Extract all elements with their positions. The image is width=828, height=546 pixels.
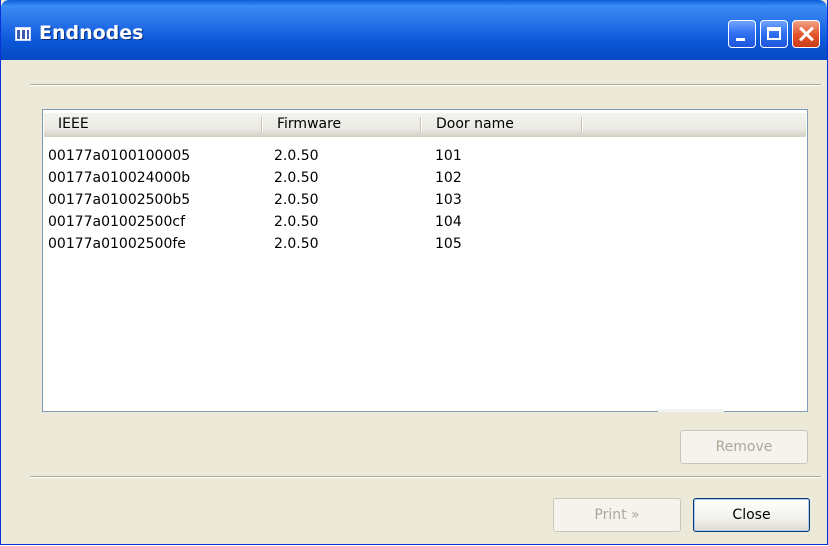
table-row[interactable]: 00177a01002500fe 2.0.50 105 [44, 233, 806, 255]
close-icon [793, 21, 819, 47]
cell-firmware: 2.0.50 [274, 148, 319, 164]
cell-door-name: 105 [435, 236, 462, 252]
close-window-button[interactable] [792, 20, 820, 48]
table-row[interactable]: 00177a01002500cf 2.0.50 104 [44, 211, 806, 233]
cell-firmware: 2.0.50 [274, 170, 319, 186]
column-header-door-name[interactable]: Door name [422, 113, 582, 135]
table-row[interactable]: 00177a010024000b 2.0.50 102 [44, 167, 806, 189]
title-bar[interactable]: Endnodes [1, 0, 827, 60]
endnodes-list[interactable]: IEEE Firmware Door name 00177a0100100005… [42, 109, 808, 412]
table-icon [15, 27, 31, 41]
remove-button[interactable]: Remove [680, 430, 808, 464]
endnodes-window: Endnodes IEEE Firmware Door name 00177a0… [0, 0, 828, 545]
cell-door-name: 103 [435, 192, 462, 208]
maximize-button[interactable] [760, 20, 788, 48]
cell-door-name: 101 [435, 148, 462, 164]
cell-firmware: 2.0.50 [274, 236, 319, 252]
table-row[interactable]: 00177a0100100005 2.0.50 101 [44, 145, 806, 167]
scroll-remnant [658, 409, 724, 412]
minimize-button[interactable] [728, 20, 756, 48]
column-divider[interactable] [581, 117, 583, 132]
close-button[interactable]: Close [693, 498, 810, 532]
cell-door-name: 104 [435, 214, 462, 230]
cell-ieee: 00177a01002500fe [48, 236, 186, 252]
top-divider [30, 84, 821, 86]
cell-firmware: 2.0.50 [274, 192, 319, 208]
column-header-ieee[interactable]: IEEE [44, 113, 262, 135]
print-button[interactable]: Print » [553, 498, 681, 532]
window-title: Endnodes [39, 22, 144, 44]
list-body: 00177a0100100005 2.0.50 101 00177a010024… [44, 145, 806, 255]
cell-ieee: 00177a0100100005 [48, 148, 191, 164]
table-row[interactable]: 00177a01002500b5 2.0.50 103 [44, 189, 806, 211]
minimize-icon [736, 38, 745, 41]
column-header-firmware[interactable]: Firmware [263, 113, 421, 135]
cell-ieee: 00177a01002500b5 [48, 192, 191, 208]
cell-ieee: 00177a01002500cf [48, 214, 185, 230]
cell-door-name: 102 [435, 170, 462, 186]
list-header: IEEE Firmware Door name [44, 113, 806, 137]
maximize-icon [767, 27, 781, 40]
bottom-divider [30, 476, 821, 478]
cell-firmware: 2.0.50 [274, 214, 319, 230]
cell-ieee: 00177a010024000b [48, 170, 191, 186]
